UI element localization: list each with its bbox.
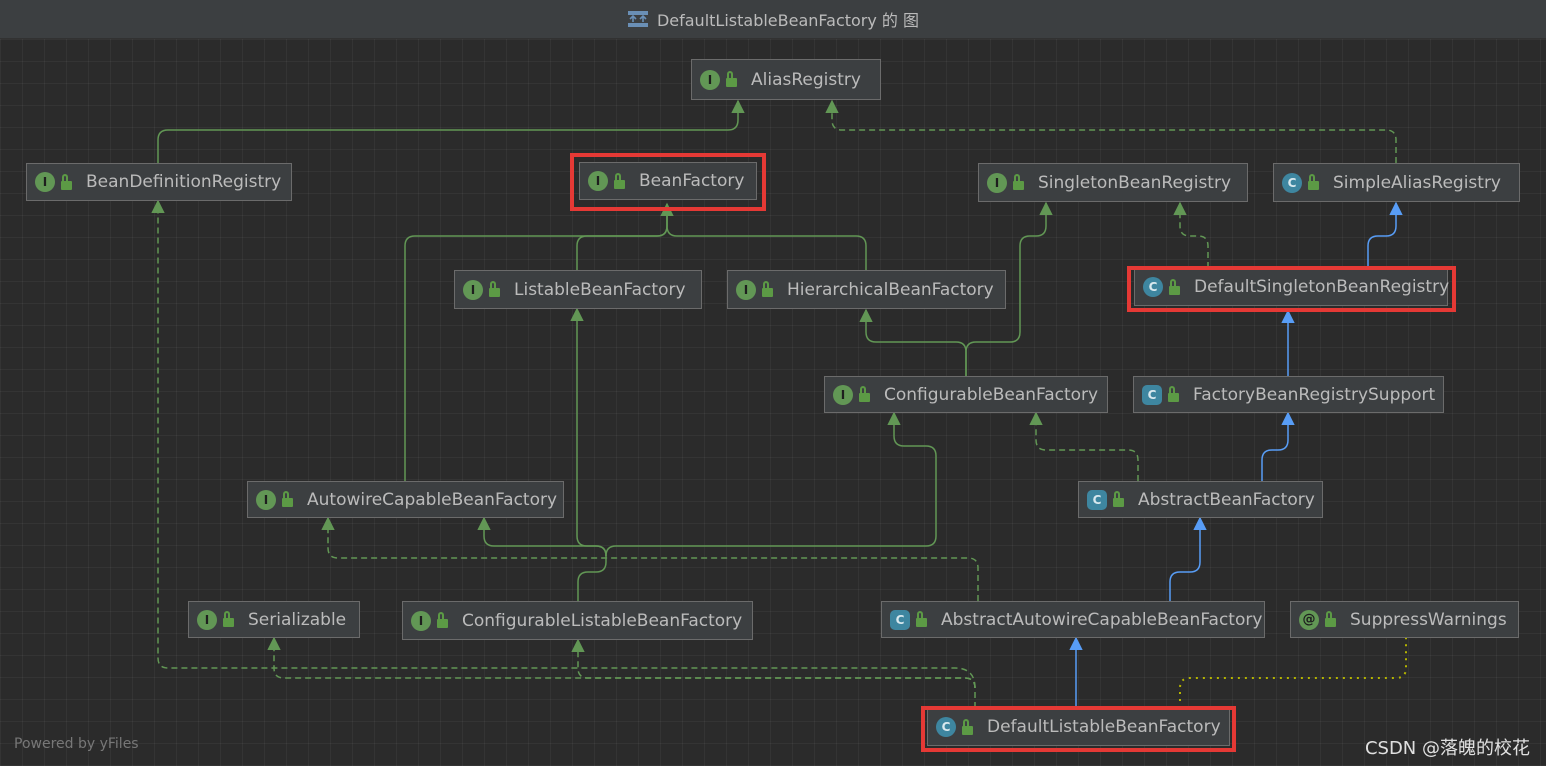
node-default-listable-bean-factory[interactable]: C DefaultListableBeanFactory — [927, 708, 1230, 746]
node-listable-bean-factory[interactable]: I ListableBeanFactory — [454, 270, 702, 309]
watermark: CSDN @落魄的校花 — [1364, 738, 1530, 759]
node-suppress-warnings[interactable]: @ SuppressWarnings — [1290, 601, 1519, 638]
node-label: FactoryBeanRegistrySupport — [1193, 384, 1436, 405]
edge-hbf-bf — [666, 213, 867, 270]
node-bean-factory[interactable]: I BeanFactory — [579, 162, 757, 200]
lock-icon — [762, 281, 773, 297]
node-autowire-capable-bean-factory[interactable]: I AutowireCapableBeanFactory — [247, 481, 564, 518]
node-factory-bean-registry-support[interactable]: C FactoryBeanRegistrySupport — [1133, 376, 1444, 413]
edge-aacbf-abf — [1169, 516, 1207, 601]
lock-icon — [1308, 174, 1319, 190]
interface-icon: I — [463, 279, 483, 300]
node-default-singleton-bean-registry[interactable]: C DefaultSingletonBeanRegistry — [1134, 268, 1450, 306]
node-hierarchical-bean-factory[interactable]: I HierarchicalBeanFactory — [727, 270, 1006, 309]
node-label: BeanFactory — [639, 171, 745, 191]
interface-icon: I — [987, 172, 1007, 193]
lock-icon — [1325, 611, 1336, 627]
node-label: AliasRegistry — [751, 69, 861, 90]
edge-abf-fbrs — [1261, 411, 1295, 481]
abstract-class-icon: C — [890, 609, 910, 630]
node-label: SimpleAliasRegistry — [1333, 172, 1501, 193]
edge-clbf-cbf — [605, 411, 937, 557]
node-label: SuppressWarnings — [1350, 609, 1507, 630]
annotation-icon: @ — [1299, 609, 1319, 630]
node-label: BeanDefinitionRegistry — [86, 172, 282, 192]
abstract-class-icon: C — [1087, 489, 1107, 510]
lock-icon — [916, 611, 927, 627]
interface-icon: I — [833, 384, 853, 405]
class-icon: C — [1143, 277, 1163, 297]
node-label: AutowireCapableBeanFactory — [307, 489, 558, 510]
edge-acbf-bf — [404, 202, 674, 481]
abstract-class-icon: C — [1142, 384, 1162, 405]
node-label: DefaultSingletonBeanRegistry — [1194, 277, 1450, 297]
node-configurable-listable-bean-factory[interactable]: I ConfigurableListableBeanFactory — [402, 601, 753, 640]
lock-icon — [1113, 491, 1124, 507]
lock-icon — [61, 173, 72, 190]
node-label: ConfigurableListableBeanFactory — [462, 610, 743, 631]
interface-icon: I — [411, 610, 431, 631]
edge-dsbr-sbr — [1173, 201, 1209, 268]
class-icon: C — [1282, 172, 1302, 193]
lock-icon — [726, 71, 737, 87]
interface-icon: I — [700, 69, 720, 90]
node-label: ListableBeanFactory — [514, 279, 686, 300]
edge-sar-alias — [825, 99, 1397, 163]
node-abstract-bean-factory[interactable]: C AbstractBeanFactory — [1078, 481, 1323, 518]
node-label: ConfigurableBeanFactory — [884, 384, 1099, 405]
node-label: AbstractBeanFactory — [1138, 489, 1315, 510]
node-label: DefaultListableBeanFactory — [987, 717, 1221, 737]
node-simple-alias-registry[interactable]: C SimpleAliasRegistry — [1273, 163, 1520, 202]
edge-clbf-acbf — [477, 516, 607, 557]
edge-dlbf-ser — [267, 636, 976, 689]
edge-aacbf-acbf — [321, 516, 979, 601]
interface-icon: I — [35, 172, 55, 192]
node-alias-registry[interactable]: I AliasRegistry — [691, 59, 881, 100]
lock-icon — [282, 491, 293, 507]
edge-lbf-bf — [576, 213, 668, 270]
powered-by-label: Powered by yFiles — [14, 736, 139, 752]
lock-icon — [1013, 174, 1024, 190]
edge-dlbf-clbf — [571, 638, 976, 708]
lock-icon — [1168, 386, 1179, 402]
lock-icon — [1169, 278, 1180, 295]
node-label: HierarchicalBeanFactory — [787, 279, 994, 300]
node-singleton-bean-registry[interactable]: I SingletonBeanRegistry — [978, 163, 1248, 202]
interface-icon: I — [197, 609, 217, 630]
interface-icon: I — [256, 489, 276, 510]
edge-abf-cbf — [1029, 411, 1139, 481]
lock-icon — [489, 281, 500, 297]
node-label: Serializable — [248, 609, 347, 630]
edge-clbf-lbf — [570, 307, 607, 601]
node-bean-definition-registry[interactable]: I BeanDefinitionRegistry — [26, 163, 292, 201]
edge-cbf-hbf — [859, 308, 967, 376]
lock-icon — [962, 718, 973, 735]
lock-icon — [223, 611, 234, 627]
class-icon: C — [936, 717, 956, 737]
edge-bdr-alias — [157, 99, 745, 163]
node-configurable-bean-factory[interactable]: I ConfigurableBeanFactory — [824, 376, 1108, 413]
node-abstract-autowire-capable-bean-factory[interactable]: C AbstractAutowireCapableBeanFactory — [881, 601, 1265, 638]
interface-icon: I — [736, 279, 756, 300]
lock-icon — [859, 386, 870, 402]
node-label: SingletonBeanRegistry — [1038, 172, 1232, 193]
node-label: AbstractAutowireCapableBeanFactory — [941, 609, 1263, 630]
edge-dsbr-sar — [1367, 201, 1403, 268]
edge-dlbf-sw — [1179, 638, 1407, 708]
lock-icon — [614, 172, 625, 189]
node-serializable[interactable]: I Serializable — [188, 601, 360, 638]
interface-icon: I — [588, 171, 608, 191]
lock-icon — [437, 612, 448, 628]
